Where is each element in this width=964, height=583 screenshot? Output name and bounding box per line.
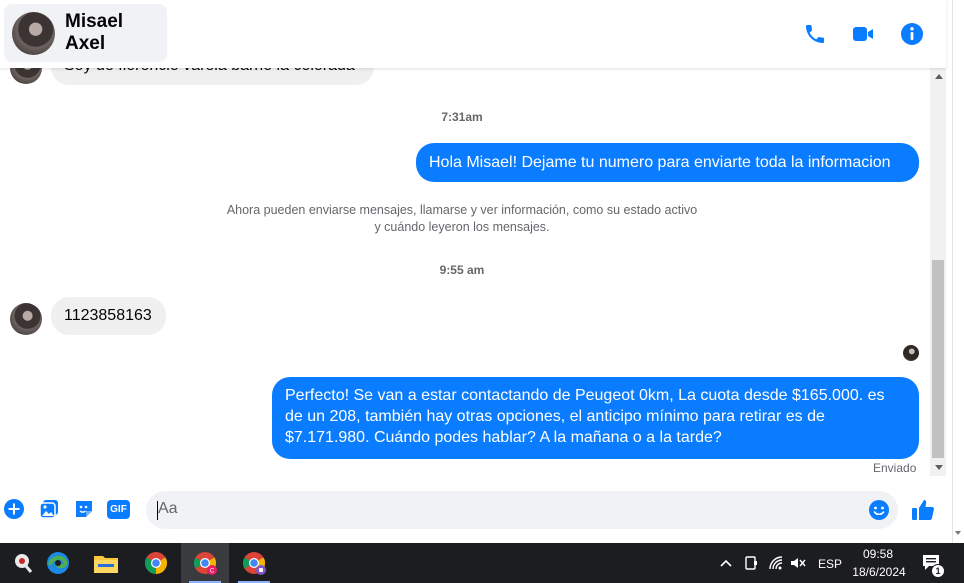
message-input-placeholder: Aa <box>158 500 178 517</box>
page-scrollbar[interactable] <box>946 0 964 543</box>
plus-icon[interactable] <box>3 498 25 520</box>
chrome-icon <box>145 552 167 574</box>
phone-icon[interactable] <box>803 22 827 46</box>
conversation-header: Misael Axel <box>0 0 946 68</box>
device-icon[interactable] <box>744 555 758 571</box>
clock-time[interactable]: 09:58 <box>852 547 904 561</box>
scroll-down-arrow-icon[interactable] <box>935 465 943 470</box>
chrome-profile-button[interactable]: C <box>181 543 229 583</box>
volume-muted-icon[interactable] <box>790 555 806 571</box>
svg-text:C: C <box>210 569 215 575</box>
gif-label: GIF <box>110 504 127 515</box>
seen-avatar <box>903 345 919 361</box>
message-input[interactable] <box>146 491 898 529</box>
edge-icon <box>47 552 69 574</box>
file-explorer-icon <box>94 556 118 573</box>
timestamp: 7:31am <box>441 110 483 124</box>
chrome-profile-icon-2 <box>243 552 266 575</box>
page-scroll-down-arrow-icon[interactable] <box>955 531 961 535</box>
contact-avatar[interactable] <box>12 11 55 55</box>
sender-avatar <box>10 303 42 335</box>
messenger-window: Misael Axel Soy de florencio varela barr… <box>0 0 964 583</box>
system-notice: Ahora pueden enviarse mensajes, llamarse… <box>226 203 698 234</box>
message-text: 1123858163 <box>64 307 152 324</box>
video-call-icon[interactable] <box>851 22 875 46</box>
scrollbar-thumb[interactable] <box>932 260 944 458</box>
like-icon[interactable] <box>910 497 936 523</box>
chrome-profile-button-2[interactable] <box>230 543 278 583</box>
wifi-icon[interactable] <box>768 555 784 571</box>
timestamp: 9:55 am <box>439 263 485 277</box>
divider <box>952 0 953 543</box>
outgoing-message[interactable]: Perfecto! Se van a estar contactando de … <box>272 377 919 459</box>
file-explorer-button[interactable] <box>82 543 130 583</box>
info-icon[interactable] <box>900 22 924 46</box>
delivery-status: Enviado <box>873 461 917 475</box>
contact-name: Misael Axel <box>65 11 124 54</box>
sticker-icon[interactable] <box>73 498 95 520</box>
emoji-icon[interactable] <box>868 499 890 521</box>
language-indicator[interactable]: ESP <box>818 557 842 571</box>
message-text: Hola Misael! Dejame tu numero para envia… <box>429 154 891 171</box>
chevron-up-icon[interactable] <box>719 556 733 570</box>
clock-date[interactable]: 18/6/2024 <box>850 565 908 579</box>
scroll-up-arrow-icon[interactable] <box>935 74 943 79</box>
edge-button[interactable] <box>34 543 82 583</box>
system-app-icon <box>15 554 33 573</box>
outgoing-message[interactable]: Hola Misael! Dejame tu numero para envia… <box>416 143 919 182</box>
contact-info-button[interactable]: Misael Axel <box>4 4 167 62</box>
notification-badge: 1 <box>931 564 945 578</box>
gif-icon[interactable]: GIF <box>107 500 130 519</box>
message-text: Perfecto! Se van a estar contactando de … <box>285 387 885 446</box>
chrome-button[interactable] <box>132 543 180 583</box>
incoming-message[interactable]: 1123858163 <box>51 297 166 335</box>
chrome-profile-icon: C <box>194 552 217 575</box>
gallery-icon[interactable] <box>38 498 60 520</box>
